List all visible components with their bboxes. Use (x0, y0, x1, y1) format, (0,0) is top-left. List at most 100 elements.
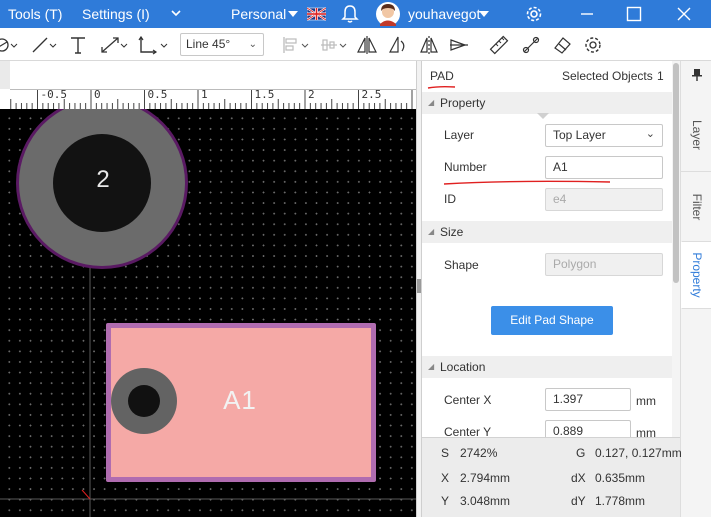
eraser-icon[interactable] (551, 34, 573, 56)
ruler: -0.5 0 0.5 1 1.5 2 2.5 (10, 61, 416, 110)
settings-gear-icon[interactable] (582, 34, 604, 56)
ruler-tick-label: 2 (308, 88, 315, 101)
dropdown-pointer-icon (537, 113, 549, 119)
ruler-band (10, 89, 416, 110)
title-bar: Tools (T) Settings (I) Personal youhaveg… (0, 0, 711, 28)
number-input[interactable]: A1 (545, 156, 663, 179)
status-s-value: 2742% (460, 446, 498, 460)
gear-icon[interactable] (525, 0, 543, 28)
property-section-header[interactable]: ◢ Property (422, 92, 672, 114)
tab-filter-label: Filter (689, 193, 704, 220)
angle-tool-icon[interactable] (136, 34, 170, 56)
status-y-label: Y (441, 494, 450, 508)
pad-drill-hole (128, 385, 160, 417)
chevron-down-icon: ⌄ (645, 128, 655, 140)
chevron-down-icon: ⌄ (248, 39, 257, 50)
pad-label: A1 (223, 385, 257, 415)
shape-label: Shape (444, 258, 479, 272)
left-gutter (0, 61, 10, 89)
panel-scrollbar[interactable] (672, 61, 680, 437)
object-type: PAD (430, 69, 454, 83)
number-label: Number (444, 160, 487, 174)
ruler-tick-label: 1.5 (254, 88, 275, 101)
uk-flag-icon[interactable] (307, 0, 326, 28)
line-tool-icon[interactable] (30, 34, 60, 56)
dimension-tool-icon[interactable] (98, 34, 130, 56)
center-x-unit: mm (636, 394, 656, 408)
tab-filter[interactable]: Filter (681, 171, 711, 241)
property-panel: PAD Selected Objects 1 ◢ Property Layer … (422, 61, 680, 437)
caret-down-icon[interactable] (288, 0, 298, 28)
status-g-value: 0.127, 0.127mm (595, 446, 682, 460)
circle-tool-icon[interactable] (0, 34, 18, 56)
ruler-icon[interactable] (488, 34, 510, 56)
tab-layer-label: Layer (689, 119, 704, 151)
id-field: e4 (545, 188, 663, 211)
selected-objects-count: 1 (657, 69, 664, 83)
center-x-input[interactable]: 1.397 (545, 388, 631, 411)
chevron-down-icon[interactable] (170, 0, 182, 27)
status-dx-label: dX (571, 471, 586, 485)
location-section-header[interactable]: ◢ Location (422, 356, 672, 378)
selected-objects-label: Selected Objects (562, 69, 653, 83)
minimize-icon[interactable] (580, 0, 594, 28)
panel-header: PAD Selected Objects 1 (422, 61, 680, 89)
triangle-icon: ◢ (428, 227, 435, 236)
center-y-value: 0.889 (553, 424, 584, 437)
tools-menu[interactable]: Tools (T) (8, 0, 62, 28)
layer-value: Top Layer (553, 128, 606, 142)
avatar[interactable] (375, 0, 401, 28)
text-tool-icon[interactable] (68, 34, 88, 56)
red-crosshair-marker (81, 489, 91, 500)
shape-field: Polygon (545, 253, 663, 276)
via-label: 2 (96, 166, 110, 193)
mirror-horizontal-icon[interactable] (356, 34, 378, 56)
username[interactable]: youhavegot (408, 0, 480, 28)
line-mode-select[interactable]: Line 45° ⌄ (180, 33, 264, 56)
flip-icon[interactable] (448, 34, 470, 56)
close-icon[interactable] (676, 0, 692, 28)
maximize-icon[interactable] (626, 0, 642, 28)
tab-layer[interactable]: Layer (681, 99, 711, 171)
user-caret-icon[interactable] (479, 0, 489, 28)
number-value: A1 (553, 160, 568, 174)
pcb-canvas[interactable]: 2 A1 (0, 109, 416, 517)
status-dy-label: dY (571, 494, 586, 508)
tab-property-label: Property (690, 252, 704, 298)
splitter-grip[interactable] (417, 279, 421, 293)
workspace-selector[interactable]: Personal (231, 0, 286, 28)
layer-label: Layer (444, 128, 475, 142)
location-section-title: Location (440, 360, 486, 374)
mirror-vertical-icon[interactable] (418, 34, 440, 56)
id-value: e4 (553, 192, 567, 206)
distribute-tool-icon[interactable] (318, 34, 350, 56)
center-x-value: 1.397 (553, 392, 584, 406)
pin-icon[interactable] (692, 69, 702, 84)
rotate-icon[interactable] (386, 34, 408, 56)
triangle-icon: ◢ (428, 98, 435, 107)
scrollbar-thumb[interactable] (673, 63, 679, 283)
id-label: ID (444, 192, 456, 206)
center-y-input[interactable]: 0.889 (545, 420, 631, 437)
layer-select[interactable]: Top Layer ⌄ (545, 124, 663, 147)
tab-property[interactable]: Property (681, 241, 711, 309)
line-mode-value: Line 45° (186, 37, 231, 51)
ruler-ticks (10, 90, 413, 110)
bell-icon[interactable] (341, 0, 359, 28)
ruler-tick-label: 0 (94, 88, 101, 101)
route-tool-icon[interactable] (520, 34, 542, 56)
edit-pad-shape-button[interactable]: Edit Pad Shape (491, 306, 613, 335)
center-x-label: Center X (444, 393, 492, 407)
toolbar: Line 45° ⌄ (0, 28, 711, 61)
side-tabs: Layer Filter Property (680, 61, 711, 517)
ruler-tick-label: -0.5 (40, 88, 68, 101)
align-tool-icon[interactable] (281, 34, 313, 56)
settings-menu[interactable]: Settings (I) (82, 0, 150, 28)
size-section-title: Size (440, 225, 464, 239)
status-g-label: G (576, 446, 586, 460)
size-section-header[interactable]: ◢ Size (422, 221, 672, 243)
status-bar: S 2742% G 0.127, 0.127mm X 2.794mm dX 0.… (422, 437, 682, 517)
ruler-tick-label: 2.5 (361, 88, 382, 101)
red-underline-pad (427, 85, 456, 89)
ruler-tick-label: 1 (201, 88, 208, 101)
